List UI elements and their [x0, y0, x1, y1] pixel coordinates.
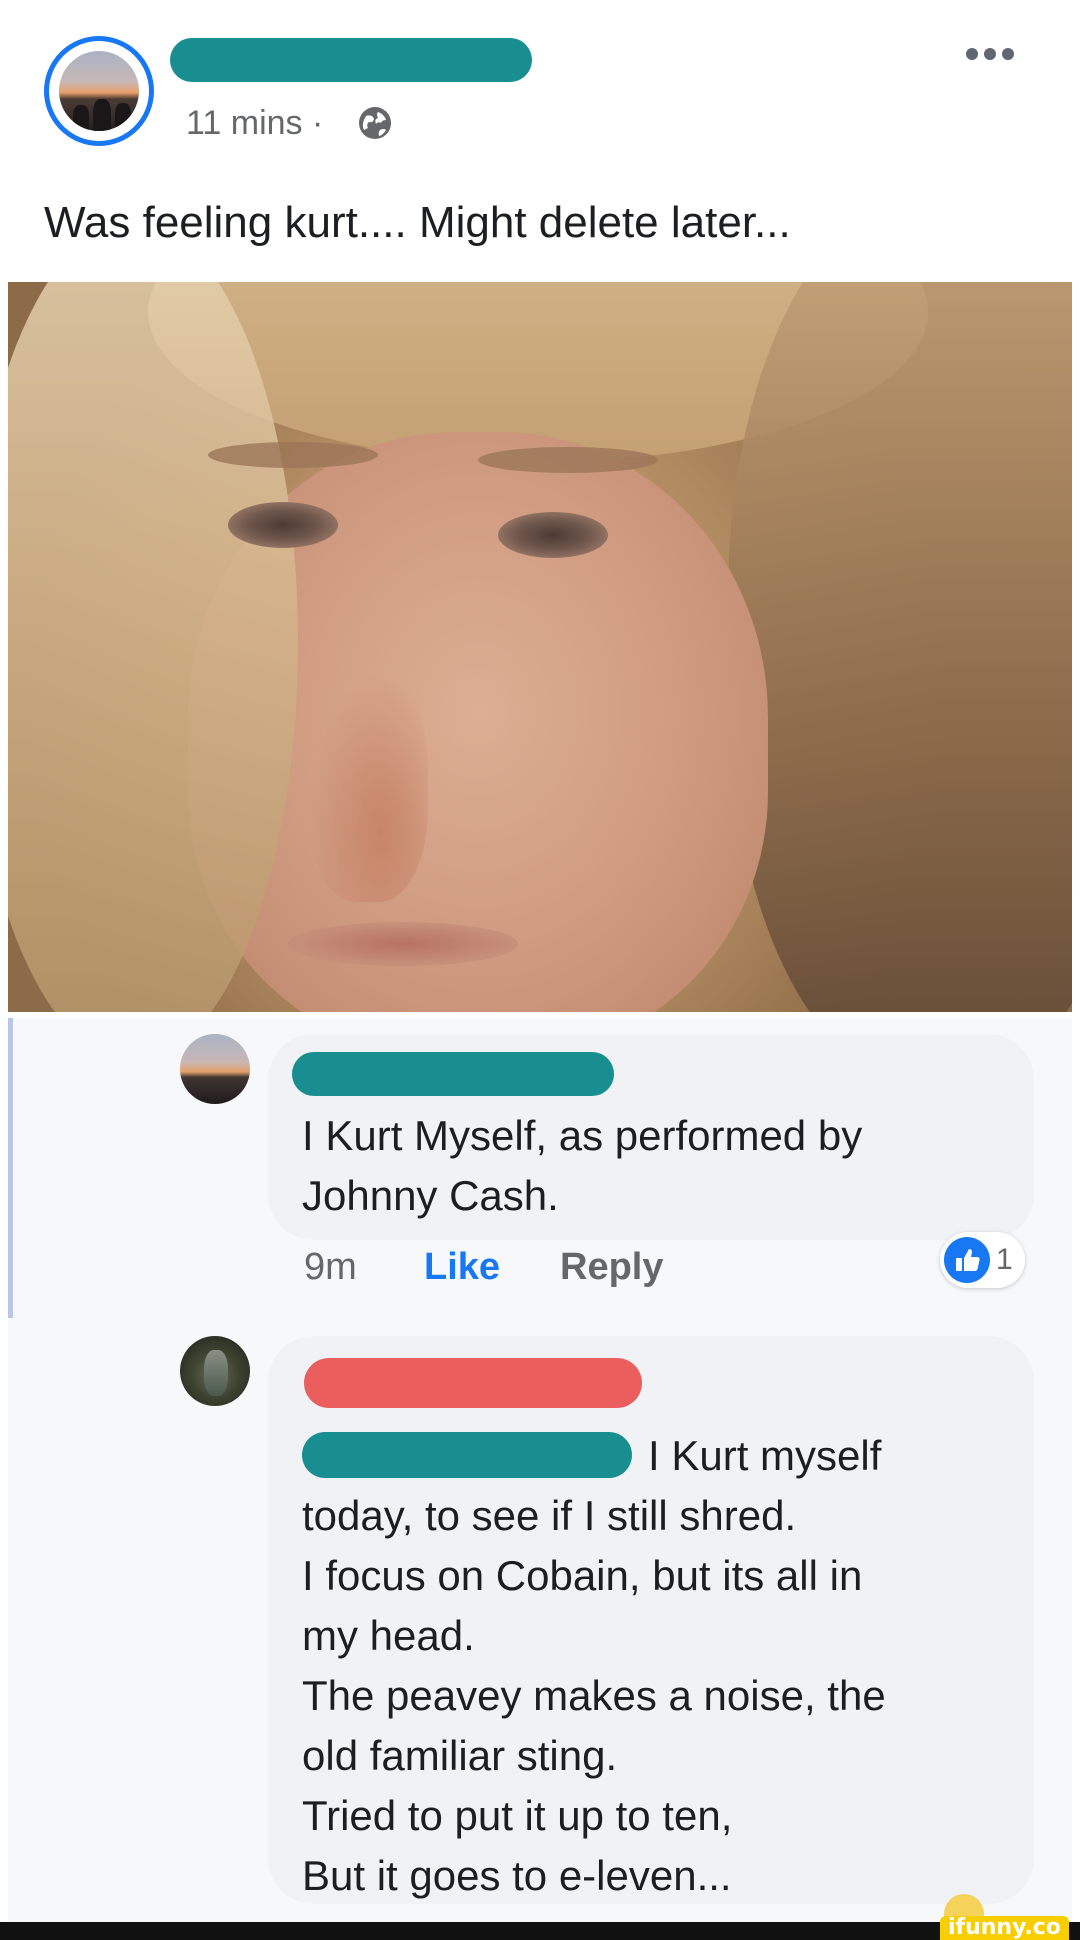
comment-bubble: I Kurt myself today, to see if I still s… — [268, 1336, 1034, 1904]
globe-icon — [356, 104, 394, 142]
author-name-redacted — [170, 38, 532, 82]
post-photo[interactable] — [8, 282, 1072, 1012]
tagged-name-redacted — [302, 1432, 632, 1478]
watermark: ifunny.co — [940, 1916, 1069, 1940]
commenter-name-redacted — [304, 1358, 642, 1408]
post-timestamp[interactable]: 11 mins · — [186, 104, 323, 143]
more-options-icon[interactable] — [966, 48, 1014, 60]
comment-bubble: I Kurt Myself, as performed by Johnny Ca… — [268, 1034, 1034, 1240]
comment-text: I Kurt Myself, as performed by Johnny Ca… — [302, 1112, 863, 1219]
commenter-avatar[interactable] — [180, 1336, 250, 1406]
comment-text-first-line: I Kurt myself — [648, 1432, 882, 1479]
author-avatar-image — [59, 51, 139, 131]
thread-line — [8, 1018, 13, 1318]
like-reaction-icon — [944, 1237, 990, 1283]
commenter-name-redacted — [292, 1052, 614, 1096]
comment-text: today, to see if I still shred. I focus … — [302, 1492, 886, 1899]
comment-time: 9m — [304, 1246, 357, 1288]
reaction-badge[interactable]: 1 — [940, 1232, 1025, 1288]
watermark-bar — [0, 1922, 1080, 1940]
author-avatar[interactable] — [44, 36, 154, 146]
post-text: Was feeling kurt.... Might delete later.… — [44, 198, 791, 247]
reply-button[interactable]: Reply — [560, 1246, 663, 1289]
like-button[interactable]: Like — [424, 1246, 500, 1289]
reaction-count: 1 — [996, 1243, 1013, 1276]
commenter-avatar[interactable] — [180, 1034, 250, 1104]
